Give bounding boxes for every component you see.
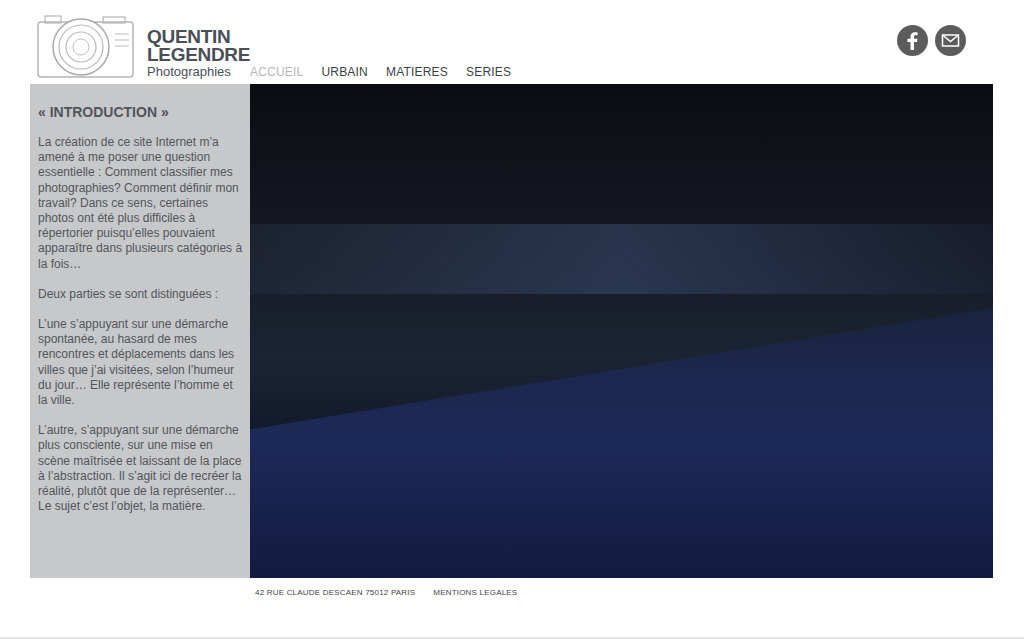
- intro-title: « INTRODUCTION »: [38, 104, 244, 120]
- intro-paragraph: Deux parties se sont distinguées :: [38, 287, 244, 302]
- legal-link[interactable]: MENTIONS LEGALES: [433, 588, 517, 597]
- tunnel-light: [250, 224, 993, 294]
- main-nav: ACCUEIL URBAIN MATIERES SERIES: [250, 65, 511, 79]
- brand-first-name: QUENTIN: [147, 28, 239, 46]
- nav-item[interactable]: SERIES: [466, 65, 511, 79]
- intro-paragraph: La création de ce site Internet m’a amen…: [38, 135, 244, 272]
- footer: 42 RUE CLAUDE DESCAEN 75012 PARIS MENTIO…: [0, 588, 1024, 597]
- nav-item[interactable]: MATIERES: [386, 65, 448, 79]
- intro-paragraph: L’une s’appuyant sur une démarche sponta…: [38, 317, 244, 408]
- camera-logo-icon[interactable]: [37, 14, 134, 78]
- page: QUENTIN LEGENDRE Photographies ACCUEIL UR…: [0, 0, 1024, 639]
- mail-icon[interactable]: [935, 25, 966, 56]
- intro-sidebar: « INTRODUCTION » La création de ce site …: [30, 84, 250, 578]
- brand-subtitle: Photographies: [147, 64, 239, 80]
- nav-item[interactable]: URBAIN: [321, 65, 368, 79]
- social-links: [897, 25, 966, 56]
- road-surface: [250, 308, 993, 578]
- featured-photo[interactable]: [250, 84, 993, 578]
- footer-address: 42 RUE CLAUDE DESCAEN 75012 PARIS: [255, 588, 415, 597]
- header: QUENTIN LEGENDRE Photographies ACCUEIL UR…: [0, 0, 1024, 84]
- intro-paragraph: L’autre, s’appuyant sur une démarche plu…: [38, 423, 244, 514]
- nav-item[interactable]: ACCUEIL: [250, 65, 303, 79]
- brand[interactable]: QUENTIN LEGENDRE Photographies: [147, 28, 239, 80]
- facebook-icon[interactable]: [897, 25, 928, 56]
- brand-last-name: LEGENDRE: [147, 46, 239, 64]
- main-content: « INTRODUCTION » La création de ce site …: [30, 84, 1024, 578]
